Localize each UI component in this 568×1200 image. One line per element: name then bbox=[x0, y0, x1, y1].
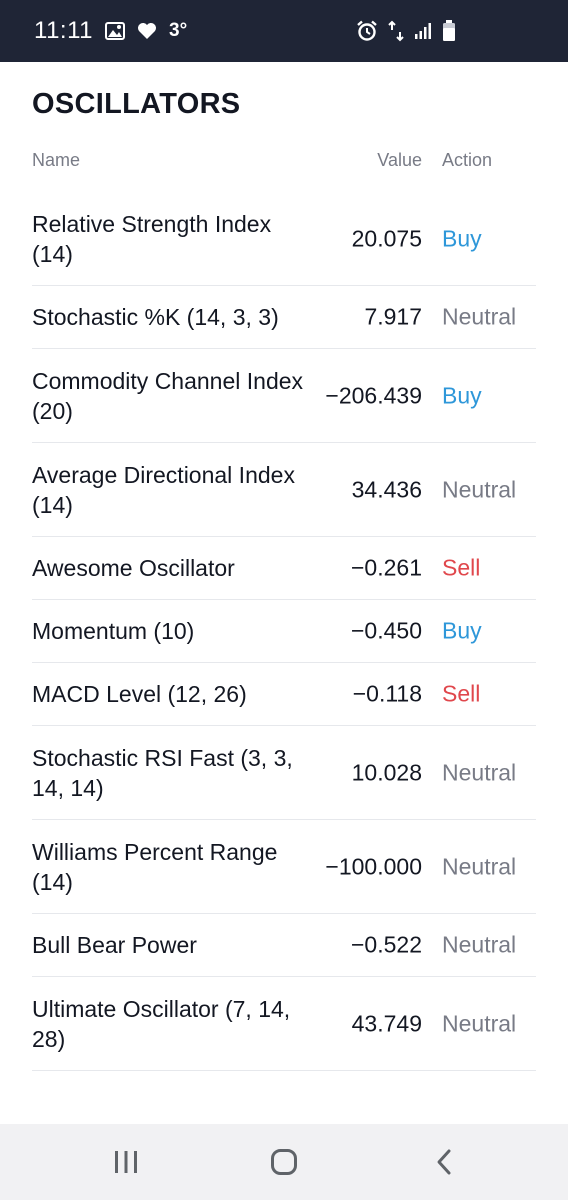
navigation-bar bbox=[0, 1124, 568, 1200]
indicator-name: Awesome Oscillator bbox=[32, 555, 235, 581]
indicator-action: Neutral bbox=[442, 931, 517, 958]
indicator-action: Buy bbox=[442, 382, 482, 408]
indicator-name: Relative Strength Index (14) bbox=[32, 210, 272, 267]
table-row[interactable]: Commodity Channel Index (20) −206.439 Bu… bbox=[32, 349, 536, 443]
indicator-action: Buy bbox=[442, 617, 482, 644]
recent-apps-icon[interactable] bbox=[96, 1132, 156, 1192]
table-row[interactable]: Relative Strength Index (14) 20.075 Buy bbox=[32, 192, 536, 286]
indicator-name: Momentum (10) bbox=[32, 618, 195, 644]
indicator-value: −0.522 bbox=[351, 931, 422, 958]
indicator-value: 34.436 bbox=[351, 476, 422, 502]
indicator-value: −0.118 bbox=[352, 680, 422, 707]
data-transfer-icon bbox=[388, 20, 404, 42]
indicator-name: Stochastic RSI Fast (3, 3, 14, 14) bbox=[32, 744, 293, 801]
indicator-action: Neutral bbox=[442, 759, 517, 785]
indicator-value: −0.450 bbox=[351, 617, 422, 644]
indicator-name: MACD Level (12, 26) bbox=[32, 681, 247, 707]
table-row[interactable]: Stochastic RSI Fast (3, 3, 14, 14) 10.02… bbox=[32, 726, 536, 820]
indicator-action: Sell bbox=[442, 554, 481, 581]
indicator-action: Buy bbox=[442, 225, 482, 251]
indicator-name: Stochastic %K (14, 3, 3) bbox=[32, 304, 279, 330]
indicator-name: Williams Percent Range (14) bbox=[32, 838, 278, 895]
status-time: 11:11 bbox=[34, 17, 93, 44]
table-row[interactable]: Average Directional Index (14) 34.436 Ne… bbox=[32, 443, 536, 537]
column-header-value: Value bbox=[377, 150, 422, 170]
oscillator-table: Relative Strength Index (14) 20.075 Buy … bbox=[32, 192, 536, 1071]
indicator-action: Neutral bbox=[442, 476, 517, 502]
signal-icon bbox=[414, 22, 432, 40]
home-icon[interactable] bbox=[254, 1132, 314, 1192]
indicator-value: 7.917 bbox=[364, 303, 422, 330]
table-row[interactable]: Ultimate Oscillator (7, 14, 28) 43.749 N… bbox=[32, 977, 536, 1071]
table-row[interactable]: Williams Percent Range (14) −100.000 Neu… bbox=[32, 820, 536, 914]
table-row[interactable]: Awesome Oscillator −0.261 Sell bbox=[32, 537, 536, 600]
indicator-value: 43.749 bbox=[351, 1010, 422, 1036]
alarm-icon bbox=[356, 20, 378, 42]
indicator-name: Commodity Channel Index (20) bbox=[32, 367, 304, 424]
indicator-value: −0.261 bbox=[351, 554, 422, 581]
section-title: OSCILLATORS bbox=[32, 88, 241, 120]
status-temperature: 3° bbox=[169, 20, 188, 41]
battery-icon bbox=[442, 20, 456, 42]
indicator-value: −206.439 bbox=[325, 382, 422, 408]
indicator-value: 10.028 bbox=[351, 759, 422, 785]
indicator-value: −100.000 bbox=[325, 853, 422, 879]
back-icon[interactable] bbox=[414, 1132, 474, 1192]
table-row[interactable]: Stochastic %K (14, 3, 3) 7.917 Neutral bbox=[32, 286, 536, 349]
image-icon bbox=[105, 22, 125, 40]
status-bar: 11:11 3° bbox=[0, 0, 568, 62]
table-header: Name Value Action bbox=[32, 150, 536, 174]
indicator-name: Bull Bear Power bbox=[32, 932, 197, 958]
table-row[interactable]: MACD Level (12, 26) −0.118 Sell bbox=[32, 663, 536, 726]
oscillators-panel: OSCILLATORS Name Value Action Relative S… bbox=[0, 62, 568, 1124]
indicator-name: Ultimate Oscillator (7, 14, 28) bbox=[32, 995, 291, 1052]
table-row[interactable]: Bull Bear Power −0.522 Neutral bbox=[32, 914, 536, 977]
column-header-action: Action bbox=[442, 150, 493, 170]
indicator-value: 20.075 bbox=[351, 225, 422, 251]
indicator-action: Neutral bbox=[442, 1010, 517, 1036]
indicator-action: Sell bbox=[442, 680, 481, 707]
indicator-action: Neutral bbox=[442, 853, 517, 879]
heart-icon bbox=[137, 22, 157, 40]
indicator-name: Average Directional Index (14) bbox=[32, 461, 295, 518]
column-header-name: Name bbox=[32, 150, 81, 170]
table-row[interactable]: Momentum (10) −0.450 Buy bbox=[32, 600, 536, 663]
indicator-action: Neutral bbox=[442, 303, 517, 330]
